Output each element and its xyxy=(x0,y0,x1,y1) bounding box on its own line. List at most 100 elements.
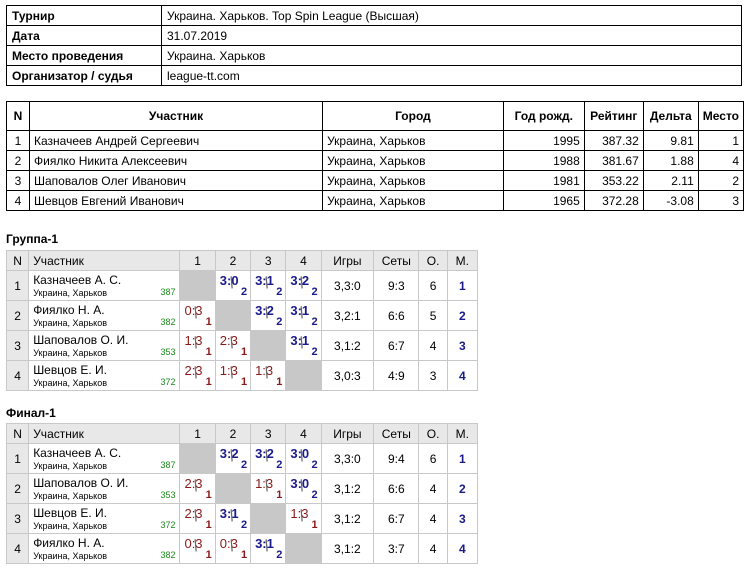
player-city: Украина, Харьков xyxy=(33,317,107,328)
match-result: 3:1/2 xyxy=(216,504,250,533)
info-row-tournament: Турнир Украина. Харьков. Top Spin League… xyxy=(6,5,742,26)
participant-birth-year: 1995 xyxy=(502,130,585,151)
match-points: 1 xyxy=(240,549,248,561)
group-row-number: 2 xyxy=(5,300,30,331)
participant-name: Казначеев Андрей Сергеевич xyxy=(28,130,324,151)
info-value: Украина. Харьков xyxy=(161,45,742,66)
match-points: 1 xyxy=(205,519,212,531)
player-rating: 353 xyxy=(160,490,176,500)
participant-delta: -3.08 xyxy=(642,190,699,211)
match-result: 1:3/1 xyxy=(216,361,250,390)
match-points: 1 xyxy=(276,376,283,388)
group-row: 4 Шевцов Е. И. Украина, Харьков 372 2:3/1 1:3… xyxy=(5,360,479,391)
participant-delta: 9.81 xyxy=(642,130,699,151)
group-place: 3 xyxy=(446,330,479,361)
match-result: 2:3/1 xyxy=(180,361,214,390)
match-points: 2 xyxy=(311,489,318,501)
match-result-cell: 1:3/1 xyxy=(285,503,322,534)
player-rating: 372 xyxy=(160,520,176,530)
match-result: 3:2/2 xyxy=(286,271,320,300)
match-result: 1:3/1 xyxy=(251,361,285,390)
participant-delta: 2.11 xyxy=(642,170,699,191)
match-points: 1 xyxy=(205,549,212,561)
group-place: 1 xyxy=(446,443,479,474)
player-name: Фиялко Н. А. xyxy=(33,535,105,550)
match-points: 2 xyxy=(311,286,318,298)
match-result: 0:3/1 xyxy=(180,301,214,330)
group-row: 4 Фиялко Н. А. Украина, Харьков 382 0:3/1 0:3… xyxy=(5,533,479,564)
group-place: 1 xyxy=(446,270,479,301)
group-games: 3,2:1 xyxy=(320,300,375,331)
player-city: Украина, Харьков xyxy=(33,287,107,298)
player-city: Украина, Харьков xyxy=(33,377,107,388)
match-result: 2:3/1 xyxy=(216,331,250,360)
group-games: 3,1:2 xyxy=(320,533,375,564)
group-row-number: 1 xyxy=(5,270,30,301)
group-col-header: 2 xyxy=(214,423,252,444)
col-header-city: Город xyxy=(322,101,504,131)
match-result-cell: 3:0/2 xyxy=(285,473,322,504)
match-points: 1 xyxy=(205,376,212,388)
info-value: 31.07.2019 xyxy=(161,25,742,46)
col-header-birth-year: Год рожд. xyxy=(502,101,585,131)
self-match-cell xyxy=(179,443,216,474)
match-points: 2 xyxy=(276,549,283,561)
group-player-cell: Шаповалов О. И. Украина, Харьков 353 xyxy=(28,330,181,361)
group-place: 4 xyxy=(446,360,479,391)
match-points: 2 xyxy=(311,346,318,358)
group-row: 2 Фиялко Н. А. Украина, Харьков 382 0:3/1 3:2… xyxy=(5,300,479,331)
match-points: 2 xyxy=(276,286,283,298)
match-result: 1:3/1 xyxy=(286,504,320,533)
participant-city: Украина, Харьков xyxy=(322,170,504,191)
col-header-place: Место xyxy=(697,101,745,131)
group-row-number: 3 xyxy=(5,503,30,534)
match-result: 3:1/2 xyxy=(286,301,320,330)
group-col-header: Сеты xyxy=(373,250,420,271)
match-points: 1 xyxy=(240,376,248,388)
self-match-cell xyxy=(214,473,252,504)
player-name: Казначеев А. С. xyxy=(33,272,122,287)
participant-row: 2 Фиялко Никита Алексеевич Украина, Харько… xyxy=(6,150,745,171)
group-row: 3 Шаповалов О. И. Украина, Харьков 353 1:3/1… xyxy=(5,330,479,361)
group-col-header: 2 xyxy=(214,250,252,271)
info-value: Украина. Харьков. Top Spin League (Высша… xyxy=(161,5,742,26)
group-row: 1 Казначеев А. С. Украина, Харьков 387 3:2/2… xyxy=(5,443,479,474)
group-row-number: 1 xyxy=(5,443,30,474)
match-result-cell: 0:3/1 xyxy=(179,300,216,331)
group-row: 2 Шаповалов О. И. Украина, Харьков 353 2:3/1… xyxy=(5,473,479,504)
info-row-date: Дата 31.07.2019 xyxy=(6,25,742,46)
participant-city: Украина, Харьков xyxy=(322,190,504,211)
group-sets: 3:7 xyxy=(373,533,420,564)
match-result: 3:2/2 xyxy=(251,444,285,473)
group-col-header: 1 xyxy=(179,250,216,271)
group-sets: 4:9 xyxy=(373,360,420,391)
participant-birth-year: 1981 xyxy=(502,170,585,191)
player-name: Шевцов Е. И. xyxy=(33,505,107,520)
match-result-cell: 1:3/1 xyxy=(250,473,287,504)
match-result-cell: 2:3/1 xyxy=(179,360,216,391)
match-points: 2 xyxy=(311,316,318,328)
group-row-number: 4 xyxy=(5,533,30,564)
info-value: league-tt.com xyxy=(161,65,742,86)
match-result: 3:0/2 xyxy=(286,444,320,473)
group-header-row: N Участник 1 2 3 4 Игры Сеты О. М. xyxy=(5,423,479,444)
group-col-header: Игры xyxy=(320,250,375,271)
group-points: 4 xyxy=(418,533,448,564)
group-col-header: 3 xyxy=(250,250,287,271)
group-points: 5 xyxy=(418,300,448,331)
info-label: Дата xyxy=(6,25,162,46)
participant-rating: 381.67 xyxy=(583,150,644,171)
player-rating: 387 xyxy=(160,287,176,297)
player-name: Фиялко Н. А. xyxy=(33,302,105,317)
group-games: 3,0:3 xyxy=(320,360,375,391)
match-result: 1:3/1 xyxy=(251,474,285,503)
self-match-cell xyxy=(214,300,252,331)
info-label: Турнир xyxy=(6,5,162,26)
match-result-cell: 3:1/2 xyxy=(285,330,322,361)
group-title: Группа-1 xyxy=(6,232,59,246)
group-games: 3,3:0 xyxy=(320,270,375,301)
group-col-header: Сеты xyxy=(373,423,420,444)
group-row-number: 3 xyxy=(5,330,30,361)
self-match-cell xyxy=(250,503,287,534)
group-place: 4 xyxy=(446,533,479,564)
